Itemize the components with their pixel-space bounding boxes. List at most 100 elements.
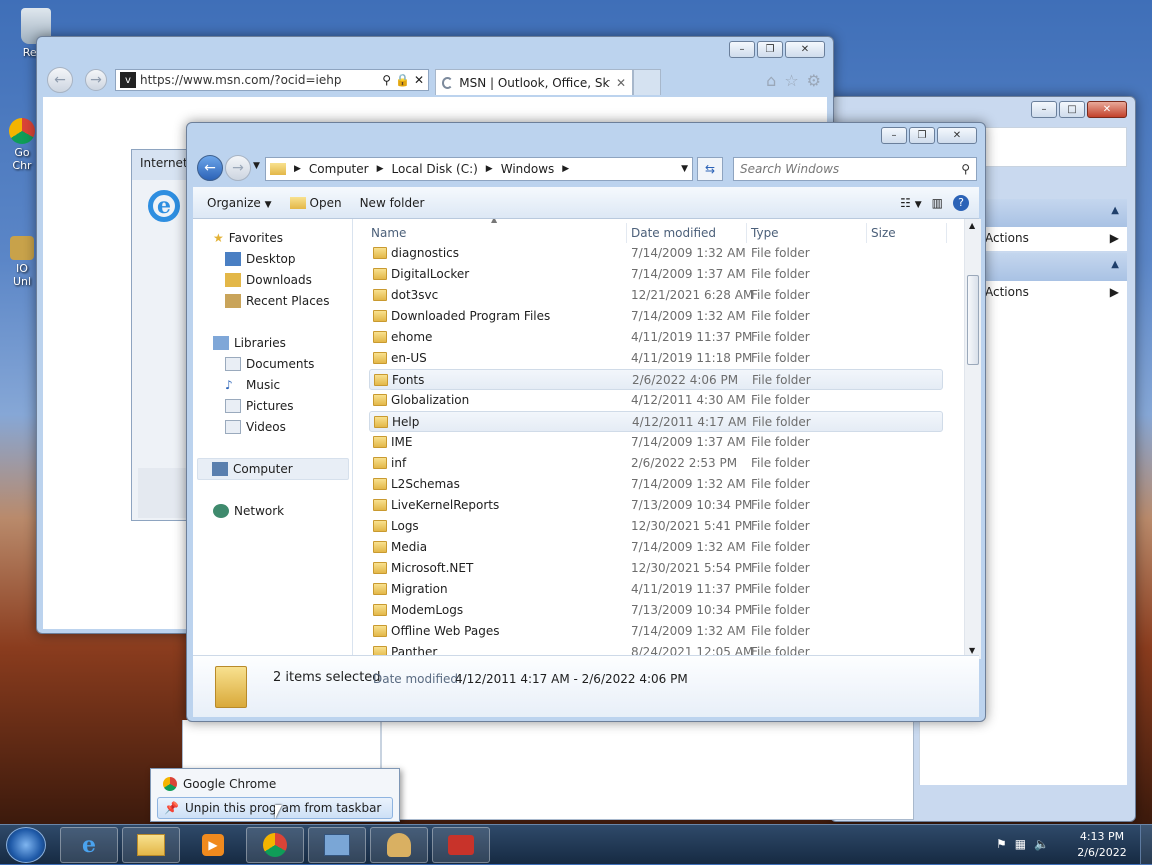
- explorer-window[interactable]: – ❐ ✕ ← → ▼ ▶ Computer ▶ Local Disk (C:)…: [186, 122, 986, 722]
- open-button[interactable]: Open: [289, 196, 342, 210]
- taskbar-users[interactable]: [370, 827, 428, 863]
- view-options-icon[interactable]: ☷ ▼: [900, 196, 922, 210]
- nav-libraries[interactable]: Libraries: [213, 336, 286, 350]
- minimize-button[interactable]: –: [881, 127, 907, 144]
- column-date-modified[interactable]: Date modified: [627, 223, 747, 243]
- file-row[interactable]: Migration 4/11/2019 11:37 PM File folder: [369, 579, 943, 600]
- nav-recent-places[interactable]: Recent Places: [225, 294, 329, 308]
- forward-icon[interactable]: →: [85, 69, 107, 91]
- back-icon[interactable]: ←: [47, 67, 73, 93]
- file-row[interactable]: Globalization 4/12/2011 4:30 AM File folde…: [369, 390, 943, 411]
- file-row[interactable]: ModemLogs 7/13/2009 10:34 PM File folder: [369, 600, 943, 621]
- file-row[interactable]: Media 7/14/2009 1:32 AM File folder: [369, 537, 943, 558]
- control-panel-icon: [324, 834, 350, 856]
- taskbar-toolbox[interactable]: [432, 827, 490, 863]
- close-tab-icon[interactable]: ✕: [616, 76, 626, 90]
- file-row[interactable]: DigitalLocker 7/14/2009 1:37 AM File folde…: [369, 264, 943, 285]
- file-date: 7/13/2009 10:34 PM: [631, 603, 753, 617]
- back-icon[interactable]: ←: [197, 155, 223, 181]
- address-breadcrumb[interactable]: ▶ Computer ▶ Local Disk (C:) ▶ Windows ▶…: [265, 157, 693, 181]
- new-folder-button[interactable]: New folder: [360, 196, 425, 210]
- taskbar: e ▶ ⚑ ▦ 🔈 4:13 PM 2/6/2022: [0, 824, 1152, 865]
- browser-tab[interactable]: MSN | Outlook, Office, Sky... ✕: [435, 69, 633, 95]
- search-icon[interactable]: ⚲: [382, 73, 391, 87]
- file-row[interactable]: inf 2/6/2022 2:53 PM File folder: [369, 453, 943, 474]
- minimize-button[interactable]: –: [729, 41, 755, 58]
- clock[interactable]: 4:13 PM 2/6/2022: [1072, 829, 1132, 861]
- preview-pane-icon[interactable]: ▥: [932, 196, 943, 210]
- search-box[interactable]: Search Windows ⚲: [733, 157, 977, 181]
- nav-music[interactable]: ♪ Music: [225, 378, 280, 392]
- breadcrumb-local-disk[interactable]: Local Disk (C:): [392, 162, 478, 176]
- taskbar-internet-explorer[interactable]: e: [60, 827, 118, 863]
- column-name[interactable]: Name: [367, 223, 627, 243]
- file-row[interactable]: Microsoft.NET 12/30/2021 5:54 PM File fold…: [369, 558, 943, 579]
- taskbar-explorer[interactable]: [122, 827, 180, 863]
- search-icon[interactable]: ⚲: [961, 162, 970, 176]
- file-row[interactable]: en-US 4/11/2019 11:18 PM File folder: [369, 348, 943, 369]
- refresh-button[interactable]: ⇆: [697, 157, 723, 181]
- forward-icon[interactable]: →: [225, 155, 251, 181]
- file-row[interactable]: Fonts 2/6/2022 4:06 PM File folder: [369, 369, 943, 390]
- column-size[interactable]: Size: [867, 223, 947, 243]
- stop-icon[interactable]: ✕: [414, 73, 428, 87]
- scroll-up-icon[interactable]: ▲: [969, 221, 975, 230]
- address-bar[interactable]: ⅴ https://www.msn.com/?ocid=iehp ⚲ 🔒 ✕: [115, 69, 429, 91]
- nav-computer[interactable]: Computer: [197, 458, 349, 480]
- tools-gear-icon[interactable]: ⚙: [807, 71, 821, 90]
- action-center-flag-icon[interactable]: ⚑: [996, 837, 1007, 851]
- new-tab-button[interactable]: [633, 69, 661, 95]
- file-row[interactable]: dot3svc 12/21/2021 6:28 AM File folder: [369, 285, 943, 306]
- vertical-scrollbar[interactable]: ▲ ▼: [964, 219, 981, 659]
- nav-desktop[interactable]: Desktop: [225, 252, 296, 266]
- maximize-button[interactable]: □: [1059, 101, 1085, 118]
- address-dropdown-icon[interactable]: ▼: [681, 164, 692, 174]
- file-row[interactable]: LiveKernelReports 7/13/2009 10:34 PM File …: [369, 495, 943, 516]
- restore-button[interactable]: ❐: [909, 127, 935, 144]
- close-button[interactable]: ✕: [937, 127, 977, 144]
- nav-downloads[interactable]: Downloads: [225, 273, 312, 287]
- organize-button[interactable]: Organize ▼: [207, 196, 272, 210]
- taskbar-media-player[interactable]: ▶: [184, 827, 242, 863]
- taskbar-control-panel[interactable]: [308, 827, 366, 863]
- close-button[interactable]: ✕: [1087, 101, 1127, 118]
- minimize-button[interactable]: –: [1031, 101, 1057, 118]
- file-row[interactable]: Offline Web Pages 7/14/2009 1:32 AM File f…: [369, 621, 943, 642]
- breadcrumb-computer[interactable]: Computer: [309, 162, 369, 176]
- scroll-thumb[interactable]: [967, 275, 979, 365]
- taskbar-chrome[interactable]: [246, 827, 304, 863]
- scroll-down-icon[interactable]: ▼: [969, 646, 975, 655]
- volume-icon[interactable]: 🔈: [1034, 837, 1049, 851]
- breadcrumb-windows[interactable]: Windows: [501, 162, 555, 176]
- chrome-icon: [163, 777, 177, 791]
- folder-icon: [137, 834, 165, 856]
- nav-favorites[interactable]: ★ Favorites: [213, 231, 283, 245]
- network-tray-icon[interactable]: ▦: [1015, 837, 1026, 851]
- recent-pages-dropdown-icon[interactable]: ▼: [253, 161, 260, 171]
- show-desktop-button[interactable]: [1140, 825, 1152, 865]
- nav-documents[interactable]: Documents: [225, 357, 314, 371]
- file-row[interactable]: IME 7/14/2009 1:37 AM File folder: [369, 432, 943, 453]
- close-button[interactable]: ✕: [785, 41, 825, 58]
- restore-button[interactable]: ❐: [757, 41, 783, 58]
- file-row[interactable]: L2Schemas 7/14/2009 1:32 AM File folder: [369, 474, 943, 495]
- file-row[interactable]: ehome 4/11/2019 11:37 PM File folder: [369, 327, 943, 348]
- file-name: dot3svc: [391, 288, 439, 302]
- help-icon[interactable]: ?: [953, 194, 969, 211]
- jumplist-open-chrome[interactable]: Google Chrome: [157, 773, 393, 795]
- file-row[interactable]: Downloaded Program Files 7/14/2009 1:32 A…: [369, 306, 943, 327]
- home-icon[interactable]: ⌂: [766, 71, 776, 90]
- lock-icon[interactable]: 🔒: [395, 73, 410, 87]
- file-row[interactable]: Panther 8/24/2021 12:05 AM File folder: [369, 642, 943, 655]
- file-row[interactable]: Logs 12/30/2021 5:41 PM File folder: [369, 516, 943, 537]
- file-row[interactable]: diagnostics 7/14/2009 1:32 AM File folder: [369, 243, 943, 264]
- file-list[interactable]: ▲ Name Date modified Type Size diagnosti…: [353, 219, 979, 655]
- nav-pictures[interactable]: Pictures: [225, 399, 294, 413]
- start-button[interactable]: [6, 827, 46, 863]
- file-row[interactable]: Help 4/12/2011 4:17 AM File folder: [369, 411, 943, 432]
- column-type[interactable]: Type: [747, 223, 867, 243]
- file-type: File folder: [751, 309, 810, 323]
- nav-videos[interactable]: Videos: [225, 420, 286, 434]
- favorites-star-icon[interactable]: ☆: [784, 71, 798, 90]
- nav-network[interactable]: Network: [213, 504, 284, 518]
